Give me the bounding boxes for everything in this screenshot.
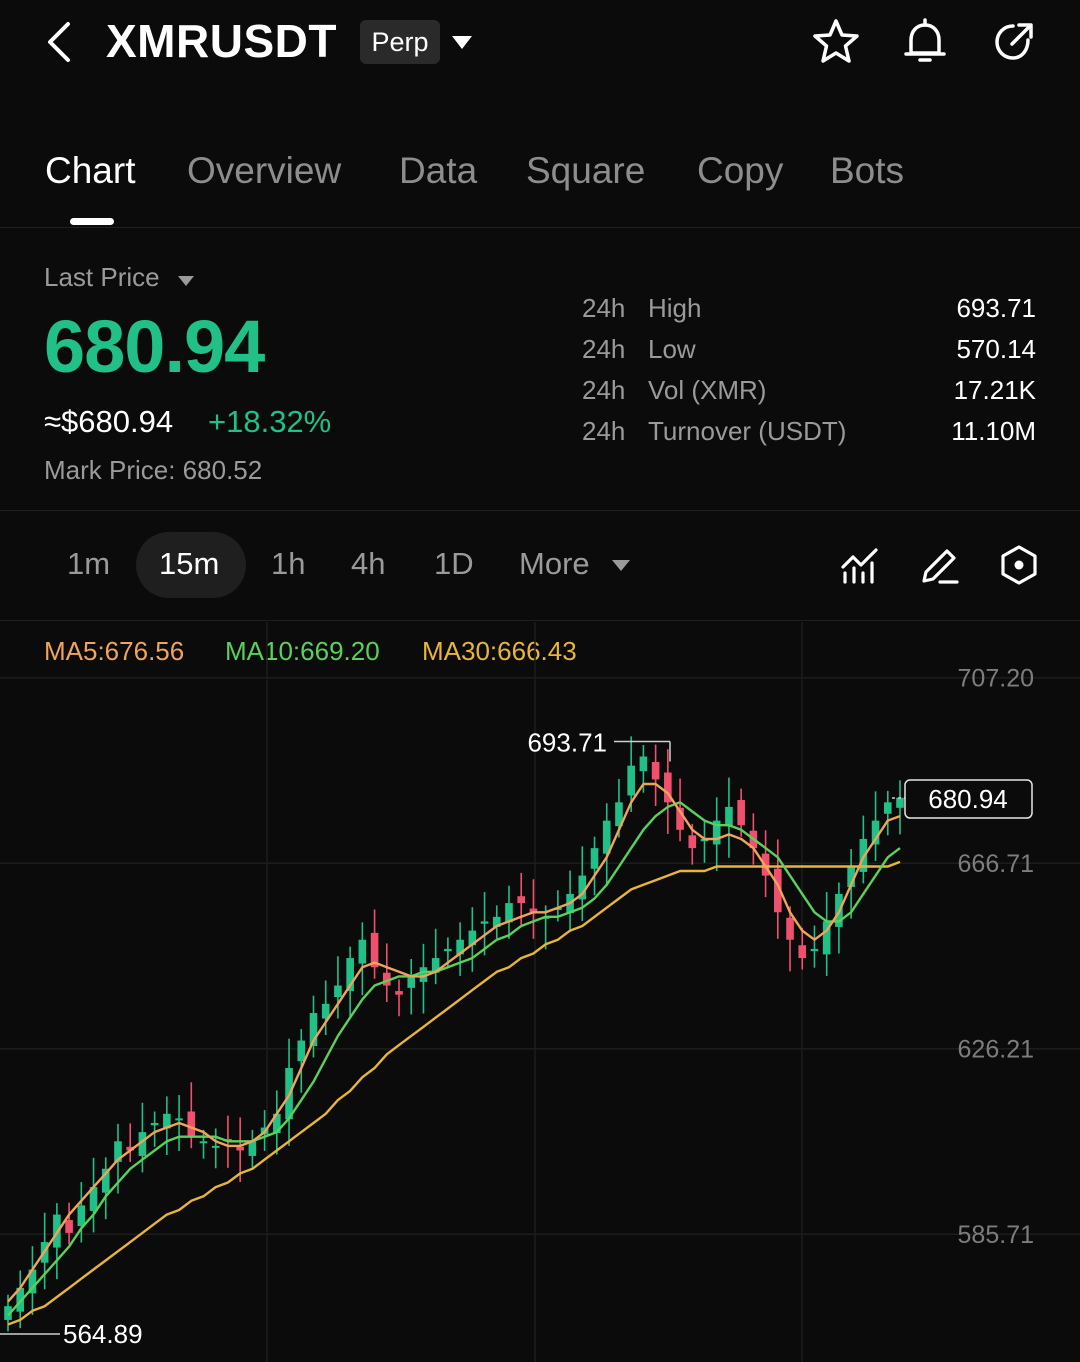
candle-body: [199, 1141, 208, 1144]
indicators-icon[interactable]: [838, 543, 882, 587]
stat-period: 24h: [582, 375, 626, 405]
interval-1m[interactable]: 1m: [67, 546, 110, 582]
interval-4h[interactable]: 4h: [351, 546, 385, 582]
candle-body: [725, 806, 733, 827]
candle-body: [297, 1040, 306, 1062]
candlestick-chart[interactable]: 707.20 666.71 626.21 585.71 693.71 564.89 680…: [0, 622, 1080, 1362]
interval-1d[interactable]: 1D: [434, 546, 474, 582]
stat-24h-high: 24h High 693.71: [582, 293, 1036, 329]
candle-body: [407, 976, 416, 988]
candle-body: [480, 921, 489, 924]
candle-body: [236, 1146, 244, 1151]
more-dropdown-icon[interactable]: [612, 560, 630, 571]
candle-body: [77, 1205, 86, 1227]
candle-body: [358, 939, 367, 964]
stat-label: High: [648, 293, 702, 323]
approx-usd-price: ≈$680.94: [44, 404, 174, 439]
stat-label: Low: [648, 334, 696, 364]
candle-body: [688, 835, 697, 849]
stat-value: 17.21K: [953, 375, 1036, 405]
tab-copy[interactable]: Copy: [697, 150, 783, 192]
low-marker-label: 564.89: [63, 1319, 143, 1349]
interval-more[interactable]: More: [519, 546, 590, 582]
candle-body: [517, 896, 526, 904]
stat-label: Vol (XMR): [648, 375, 767, 405]
price-axis: 707.20 666.71 626.21 585.71: [958, 665, 1034, 1250]
last-price-label[interactable]: Last Price: [44, 262, 160, 293]
draw-icon[interactable]: [918, 543, 962, 587]
candle-body: [786, 917, 794, 940]
last-price: 680.94: [44, 305, 265, 388]
candles: [4, 736, 904, 1332]
symbol-title[interactable]: XMRUSDT: [106, 14, 337, 68]
candle-body: [798, 945, 807, 959]
tab-data[interactable]: Data: [399, 150, 477, 192]
candle-body: [65, 1220, 73, 1233]
stat-period: 24h: [582, 416, 626, 446]
chart-top-divider: [0, 620, 1080, 621]
candle-body: [651, 762, 660, 780]
interval-15m[interactable]: 15m: [159, 546, 219, 582]
active-tab-indicator: [70, 218, 114, 225]
stat-period: 24h: [582, 293, 626, 323]
main-tabs: Chart Overview Data Square Copy Bots: [0, 140, 1080, 228]
candle-body: [737, 800, 745, 826]
mark-price: Mark Price: 680.52: [44, 455, 263, 485]
settings-hexagon-icon[interactable]: [997, 543, 1041, 587]
candle-body: [810, 948, 819, 952]
price-axis-label: 707.20: [958, 665, 1034, 693]
stat-24h-low: 24h Low 570.14: [582, 334, 1036, 370]
section-divider: [0, 510, 1080, 511]
candle-body: [444, 948, 452, 952]
ma30-line: [7, 860, 901, 1326]
candle-body: [175, 1118, 183, 1121]
candle-body: [883, 802, 892, 814]
tab-chart[interactable]: Chart: [45, 150, 135, 192]
price-axis-label: 585.71: [958, 1221, 1034, 1249]
stat-value: 693.71: [956, 293, 1036, 323]
tab-overview[interactable]: Overview: [187, 150, 341, 192]
price-change-percent: +18.32%: [208, 404, 332, 439]
bell-icon[interactable]: [899, 16, 951, 68]
high-marker-label: 693.71: [527, 728, 607, 758]
star-icon[interactable]: [810, 16, 862, 68]
candle-body: [896, 797, 904, 808]
stat-value: 11.10M: [951, 416, 1036, 446]
price-axis-label: 666.71: [958, 850, 1034, 878]
stat-label: Turnover (USDT): [648, 416, 847, 446]
candle-body: [334, 985, 342, 997]
candle-body: [150, 1122, 159, 1126]
symbol-dropdown-icon[interactable]: [452, 36, 472, 49]
last-price-dropdown-icon[interactable]: [178, 276, 194, 286]
last-price-tag-label: 680.94: [928, 784, 1008, 814]
tab-square[interactable]: Square: [526, 150, 645, 192]
candle-body: [639, 756, 648, 772]
stat-24h-turnover: 24h Turnover (USDT) 11.10M: [582, 416, 1036, 452]
price-axis-label: 626.21: [958, 1036, 1034, 1064]
candle-body: [590, 848, 599, 869]
stat-value: 570.14: [956, 334, 1036, 364]
interval-1h[interactable]: 1h: [271, 546, 305, 582]
perp-badge[interactable]: Perp: [360, 20, 440, 64]
share-icon[interactable]: [988, 16, 1040, 68]
candle-body: [627, 765, 635, 796]
candle-body: [395, 991, 403, 995]
candle-body: [211, 1145, 220, 1148]
candle-body: [187, 1111, 196, 1137]
header-bar: XMRUSDT Perp: [0, 0, 1080, 90]
tab-bots[interactable]: Bots: [830, 150, 904, 192]
stat-period: 24h: [582, 334, 626, 364]
stat-24h-volume: 24h Vol (XMR) 17.21K: [582, 375, 1036, 411]
back-icon[interactable]: [38, 18, 82, 66]
